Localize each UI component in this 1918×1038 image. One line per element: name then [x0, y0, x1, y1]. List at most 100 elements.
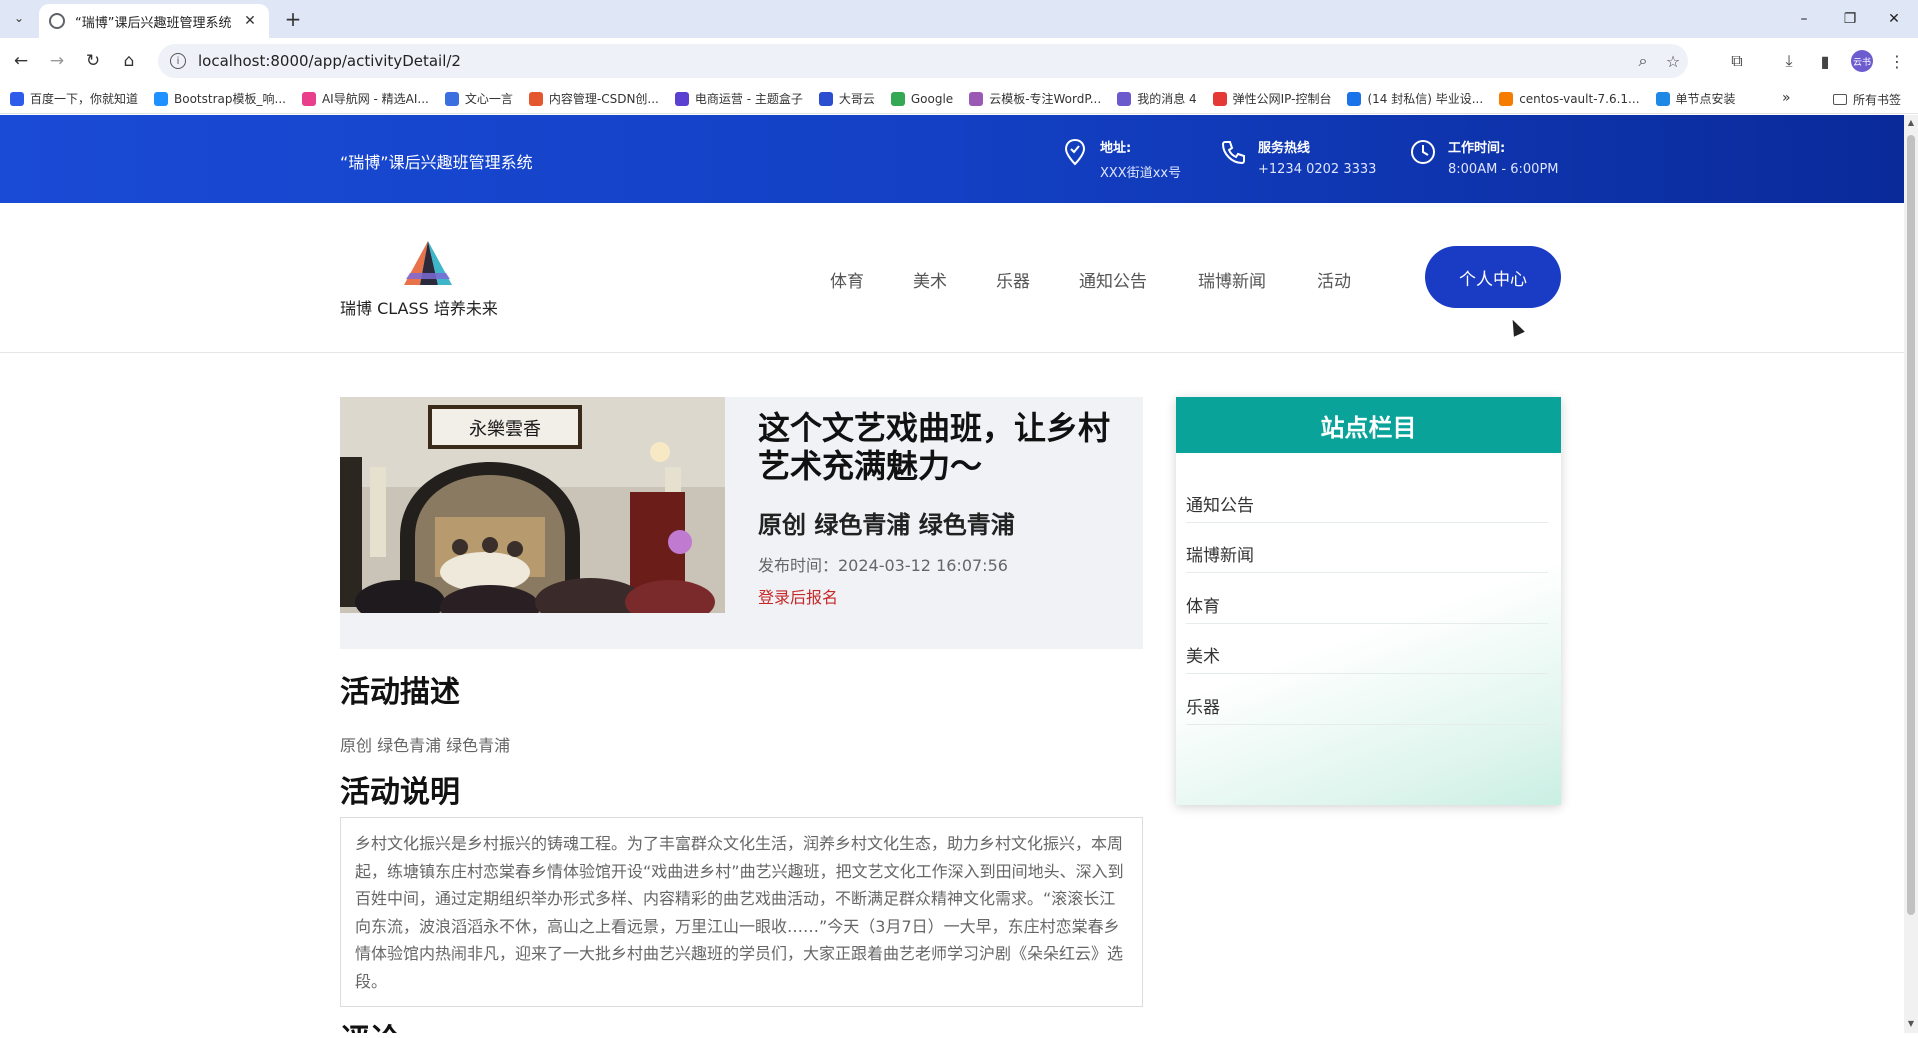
location-pin-icon [1062, 137, 1088, 167]
bookmark-favicon-icon [674, 91, 689, 106]
bookmark-label: 弹性公网IP-控制台 [1232, 92, 1332, 106]
sidebar-item-sports[interactable]: 体育 [1186, 574, 1548, 624]
new-tab-plus-icon[interactable]: + [280, 6, 306, 32]
nav-sports[interactable]: 体育 [830, 267, 864, 292]
forward-arrow-icon[interactable]: → [44, 48, 70, 74]
bookmark-item[interactable]: Google [890, 91, 954, 106]
user-center-button[interactable]: 个人中心 [1425, 246, 1561, 308]
bookmark-label: Bootstrap模板_响... [174, 92, 286, 106]
bookmark-favicon-icon [444, 91, 459, 106]
tab-title: “瑞博”课后兴趣班管理系统 [75, 15, 232, 31]
extensions-icon[interactable]: ⧉ [1724, 48, 1750, 74]
bookmarks-bar: 百度一下，你就知道 Bootstrap模板_响... AI导航网 - 精选AI...… [0, 84, 1918, 114]
nav-art[interactable]: 美术 [913, 267, 947, 292]
bookmark-item[interactable]: 百度一下，你就知道 [10, 90, 138, 107]
bookmark-item[interactable]: 文心一言 [444, 90, 513, 107]
bookmark-item[interactable]: AI导航网 - 精选AI... [301, 90, 429, 107]
scroll-down-icon[interactable]: ▼ [1906, 1019, 1916, 1028]
bookmark-item[interactable]: Bootstrap模板_响... [154, 90, 286, 107]
sidebar-item-instruments[interactable]: 乐器 [1186, 675, 1548, 725]
scroll-up-icon[interactable]: ▲ [1906, 118, 1916, 127]
hours-label: 工作时间: [1448, 141, 1506, 156]
bookmark-favicon-icon [10, 91, 24, 106]
sidebar-item-art[interactable]: 美术 [1186, 624, 1548, 674]
logo-text[interactable]: 瑞博 CLASS 培养未来 [340, 295, 498, 319]
minimize-icon[interactable]: – [1784, 6, 1824, 32]
download-icon[interactable]: ⤓ [1776, 48, 1802, 74]
sidebar-heading: 站点栏目 [1176, 397, 1561, 453]
bookmark-favicon-icon [818, 91, 833, 106]
bookmark-item[interactable]: 电商运营 - 主题盒子 [674, 90, 803, 107]
sidebar-item-notices[interactable]: 通知公告 [1186, 473, 1548, 523]
activity-title: 这个文艺戏曲班，让乡村艺术充满魅力～ [758, 409, 1111, 485]
activity-photo: 永樂雲香 [340, 397, 725, 613]
activity-summary-card: 永樂雲香 这个文艺戏曲班，让乡村艺术充满魅力～ 原创 绿色青浦 绿色青浦 发布时… [340, 397, 1143, 649]
bookmark-label: 大哥云 [838, 92, 875, 106]
profile-avatar[interactable]: 云书 [1851, 50, 1873, 72]
bookmark-item[interactable]: 大哥云 [818, 90, 875, 107]
all-bookmarks-folder[interactable]: 所有书签 [1833, 91, 1901, 108]
zoom-icon[interactable]: ⌕ [1628, 51, 1658, 71]
close-window-icon[interactable]: ✕ [1874, 6, 1914, 32]
menu-kebab-icon[interactable]: ⋮ [1884, 48, 1910, 74]
bookmark-favicon-icon [1212, 91, 1227, 106]
bookmark-favicon-icon [1655, 91, 1670, 106]
hotline-info: 服务热线 +1234 0202 3333 [1220, 137, 1376, 177]
address-label: 地址: [1100, 141, 1132, 156]
reload-icon[interactable]: ↻ [80, 48, 106, 74]
nav-notices[interactable]: 通知公告 [1079, 267, 1147, 292]
bookmark-favicon-icon [1117, 91, 1132, 106]
hours-value: 8:00AM - 6:00PM [1448, 162, 1559, 177]
bookmark-label: 文心一言 [464, 92, 513, 106]
comment-heading: 评论 [340, 1015, 400, 1033]
bookmark-label: Google [910, 91, 954, 106]
site-info-icon[interactable]: i [170, 53, 186, 69]
hotline-label: 服务热线 [1258, 141, 1311, 156]
bookmarks-overflow-icon[interactable]: » [1782, 90, 1791, 106]
all-bookmarks-label: 所有书签 [1853, 93, 1902, 107]
sidebar-item-news[interactable]: 瑞博新闻 [1186, 523, 1548, 573]
bookmark-star-icon[interactable]: ☆ [1658, 52, 1688, 71]
bookmark-favicon-icon [969, 91, 984, 106]
login-signup-link[interactable]: 登录后报名 [758, 584, 1128, 608]
browser-tab-active[interactable]: “瑞博”课后兴趣班管理系统 ✕ [39, 4, 269, 38]
bookmark-item[interactable]: (14 封私信) 毕业设... [1347, 90, 1483, 107]
restore-icon[interactable]: ❐ [1830, 6, 1870, 32]
browser-tab-strip: ⌄ “瑞博”课后兴趣班管理系统 ✕ + – ❐ ✕ [0, 0, 1918, 38]
close-tab-icon[interactable]: ✕ [241, 13, 259, 29]
bookmark-favicon-icon [1347, 91, 1362, 106]
bookmark-label: 内容管理-CSDN创... [548, 92, 659, 106]
explanation-heading: 活动说明 [340, 775, 460, 810]
scroll-thumb[interactable] [1907, 135, 1915, 915]
clock-icon [1410, 137, 1436, 167]
bookmark-label: 云模板-专注WordP... [989, 92, 1102, 106]
nav-activities[interactable]: 活动 [1317, 267, 1351, 292]
bookmark-label: AI导航网 - 精选AI... [321, 92, 429, 106]
bookmark-label: 单节点安装 [1675, 92, 1736, 106]
bookmark-item[interactable]: 我的消息 4 [1117, 90, 1197, 107]
address-value: XXX街道xx号 [1100, 166, 1182, 181]
logo-icon[interactable] [398, 239, 458, 287]
url-text[interactable]: localhost:8000/app/activityDetail/2 [198, 52, 1628, 70]
nav-news[interactable]: 瑞博新闻 [1198, 267, 1266, 292]
bookmark-item[interactable]: centos-vault-7.6.1... [1499, 91, 1640, 106]
phone-icon [1220, 137, 1246, 167]
home-icon[interactable]: ⌂ [116, 48, 142, 74]
publish-time: 发布时间：2024-03-12 16:07:56 [758, 556, 1008, 575]
description-heading: 活动描述 [340, 675, 460, 710]
top-info-bar: “瑞博”课后兴趣班管理系统 地址: XXX街道xx号 服务热线 +1234 02… [0, 115, 1904, 203]
globe-icon [49, 13, 65, 29]
page-scrollbar[interactable]: ▲ ▼ [1904, 115, 1918, 1033]
bookmark-item[interactable]: 单节点安装 [1655, 90, 1736, 107]
side-panel-icon[interactable]: ▮ [1812, 48, 1838, 74]
site-header: 瑞博 CLASS 培养未来 体育 美术 乐器 通知公告 瑞博新闻 活动 个人中心 [0, 203, 1904, 353]
bookmark-item[interactable]: 云模板-专注WordP... [969, 90, 1101, 107]
address-bar[interactable]: i localhost:8000/app/activityDetail/2 ⌕ … [158, 44, 1688, 78]
back-arrow-icon[interactable]: ← [8, 48, 34, 74]
bookmark-item[interactable]: 内容管理-CSDN创... [528, 90, 659, 107]
nav-instruments[interactable]: 乐器 [996, 267, 1030, 292]
bookmark-item[interactable]: 弹性公网IP-控制台 [1212, 90, 1332, 107]
bookmark-favicon-icon [528, 91, 543, 106]
tab-search-icon[interactable]: ⌄ [8, 7, 30, 29]
bookmark-favicon-icon [1499, 91, 1514, 106]
